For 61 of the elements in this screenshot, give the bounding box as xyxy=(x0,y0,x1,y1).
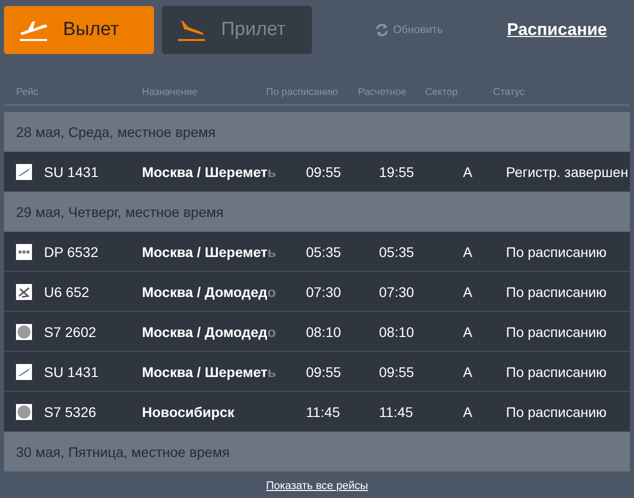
destination: Москва / Шереметь xyxy=(142,164,278,180)
estimated-time: 19:55 xyxy=(378,164,416,180)
estimated-time: 07:30 xyxy=(378,284,416,300)
scheduled-time: 09:55 xyxy=(305,364,342,380)
flight-status: По расписанию xyxy=(506,404,608,420)
airline-logo-icon xyxy=(16,404,32,420)
estimated-time: 08:10 xyxy=(378,324,416,340)
destination: Москва / Шереметь xyxy=(142,244,278,260)
airline-logo-icon xyxy=(16,364,32,380)
flight-row[interactable]: U6 652 Москва / Домодедо 07:30 07:30 A По расписанию xyxy=(4,272,630,312)
flight-row[interactable]: SU 1431 Москва / Шереметь 09:55 09:55 A По расписанию xyxy=(4,352,630,392)
flight-number: S7 5326 xyxy=(44,404,96,420)
estimated-time: 05:35 xyxy=(378,244,416,260)
scheduled-time: 05:35 xyxy=(305,244,342,260)
scheduled-time: 07:30 xyxy=(305,284,342,300)
column-header: По расписанию xyxy=(266,86,339,98)
scheduled-time: 11:45 xyxy=(305,404,341,420)
sector: A xyxy=(462,244,474,260)
flight-row[interactable]: DP 6532 Москва / Шереметь 05:35 05:35 A По расписанию xyxy=(4,232,630,272)
sector: A xyxy=(462,324,474,340)
destination: Новосибирск xyxy=(142,404,236,420)
sector: A xyxy=(462,364,474,380)
flight-row[interactable]: S7 5326 Новосибирск 11:45 11:45 A По расписанию xyxy=(4,392,630,432)
date-label: 28 мая, Среда, местное время xyxy=(16,124,216,140)
estimated-time: 09:55 xyxy=(378,364,416,380)
sector: A xyxy=(462,164,474,180)
column-header: Назначение xyxy=(142,86,199,98)
flight-status: По расписанию xyxy=(506,324,608,340)
flight-status: По расписанию xyxy=(506,284,608,300)
column-header: Рейс xyxy=(15,86,40,98)
refresh-icon xyxy=(374,22,390,38)
airline-logo-icon xyxy=(16,284,32,300)
sector: A xyxy=(462,404,474,420)
destination: Москва / Домодедо xyxy=(142,324,277,340)
flight-number: U6 652 xyxy=(44,284,90,300)
airline-logo-icon xyxy=(16,164,32,180)
date-label: 30 мая, Пятница, местное время xyxy=(16,444,230,460)
date-label: 29 мая, Четверг, местное время xyxy=(16,204,224,220)
flight-number: S7 2602 xyxy=(44,324,96,340)
flight-status: Регистр. завершен xyxy=(506,164,630,180)
flight-number: DP 6532 xyxy=(44,244,98,260)
scheduled-time: 08:10 xyxy=(305,324,342,340)
destination: Москва / Шереметь xyxy=(142,364,278,380)
flight-status: По расписанию xyxy=(506,244,608,260)
schedule-link[interactable]: Расписание xyxy=(506,20,607,40)
sector: A xyxy=(462,284,474,300)
airline-logo-icon xyxy=(16,324,32,340)
show-all-link[interactable]: Показать все рейсы xyxy=(266,480,368,492)
scheduled-time: 09:55 xyxy=(305,164,342,180)
flight-number: SU 1431 xyxy=(44,364,98,380)
tab[interactable]: Вылет xyxy=(4,6,154,54)
flight-status: По расписанию xyxy=(506,364,608,380)
flight-row[interactable]: SU 1431 Москва / Шереметь 09:55 19:55 A Регистр. завершен xyxy=(4,152,630,192)
estimated-time: 11:45 xyxy=(378,404,414,420)
flight-number: SU 1431 xyxy=(44,164,98,180)
column-header: Статус xyxy=(493,86,526,98)
airline-logo-icon xyxy=(16,244,32,260)
column-header: Сектор xyxy=(425,86,459,98)
column-header: Расчетное xyxy=(358,86,408,98)
destination: Москва / Домодедо xyxy=(142,284,277,300)
flight-row[interactable]: S7 2602 Москва / Домодедо 08:10 08:10 A По расписанию xyxy=(4,312,630,352)
